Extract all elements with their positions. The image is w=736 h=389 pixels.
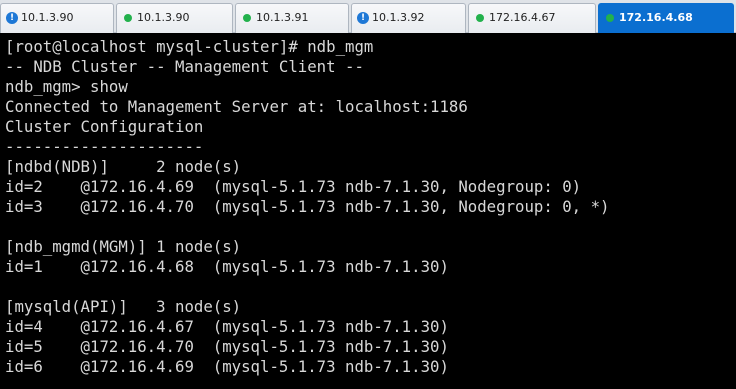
warning-icon: !	[6, 12, 18, 24]
tab-label: 10.1.3.90	[21, 11, 74, 24]
tab-10-1-3-91[interactable]: 10.1.3.91	[235, 3, 349, 33]
terminal-line: id=3 @172.16.4.70 (mysql-5.1.73 ndb-7.1.…	[5, 197, 610, 216]
terminal-line: -- NDB Cluster -- Management Client --	[5, 57, 364, 76]
terminal-line: id=2 @172.16.4.69 (mysql-5.1.73 ndb-7.1.…	[5, 177, 582, 196]
terminal-line: ---------------------	[5, 137, 204, 156]
tab-label: 10.1.3.92	[372, 11, 425, 24]
terminal-output[interactable]: [root@localhost mysql-cluster]# ndb_mgm …	[0, 37, 736, 389]
terminal-line: Connected to Management Server at: local…	[5, 97, 468, 116]
terminal-line: id=5 @172.16.4.70 (mysql-5.1.73 ndb-7.1.…	[5, 337, 449, 356]
tab-172-16-4-68[interactable]: 172.16.4.68	[598, 3, 734, 33]
connected-status-icon	[606, 14, 614, 22]
connected-status-icon	[476, 14, 484, 22]
terminal-line: id=4 @172.16.4.67 (mysql-5.1.73 ndb-7.1.…	[5, 317, 449, 336]
tab-10-1-3-90-b[interactable]: 10.1.3.90	[116, 3, 233, 33]
tab-label: 172.16.4.67	[489, 11, 556, 24]
terminal-line: id=6 @172.16.4.69 (mysql-5.1.73 ndb-7.1.…	[5, 357, 449, 376]
connected-status-icon	[124, 14, 132, 22]
tab-label: 10.1.3.90	[137, 11, 190, 24]
terminal-line: [root@localhost mysql-cluster]# ndb_mgm	[5, 37, 374, 56]
tab-label: 10.1.3.91	[256, 11, 309, 24]
terminal-line: id=1 @172.16.4.68 (mysql-5.1.73 ndb-7.1.…	[5, 257, 449, 276]
tab-172-16-4-67[interactable]: 172.16.4.67	[468, 3, 596, 33]
connected-status-icon	[243, 14, 251, 22]
terminal-window: ! 10.1.3.90 10.1.3.90 10.1.3.91 ! 10.1.3…	[0, 0, 736, 389]
warning-icon: !	[357, 12, 369, 24]
session-tab-bar: ! 10.1.3.90 10.1.3.90 10.1.3.91 ! 10.1.3…	[0, 0, 736, 33]
terminal-line: [mysqld(API)] 3 node(s)	[5, 297, 242, 316]
tab-10-1-3-92[interactable]: ! 10.1.3.92	[351, 3, 466, 33]
terminal-line: [ndbd(NDB)] 2 node(s)	[5, 157, 242, 176]
tab-10-1-3-90-a[interactable]: ! 10.1.3.90	[0, 3, 114, 33]
terminal-line: ndb_mgm> show	[5, 77, 128, 96]
tab-label: 172.16.4.68	[619, 11, 693, 24]
terminal-line: [ndb_mgmd(MGM)] 1 node(s)	[5, 237, 242, 256]
terminal-line: Cluster Configuration	[5, 117, 204, 136]
